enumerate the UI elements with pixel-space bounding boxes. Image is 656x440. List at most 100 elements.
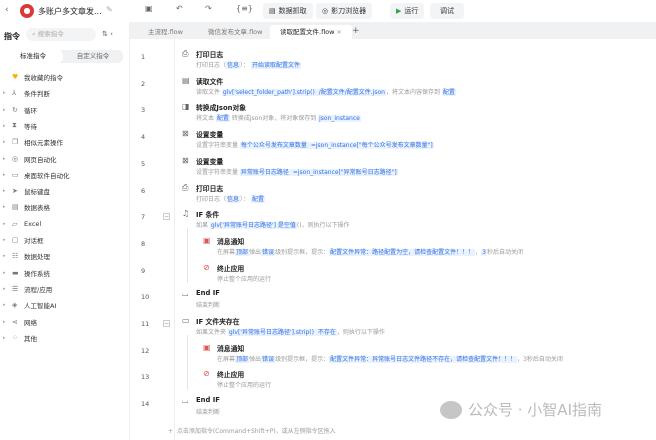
expand-caret-icon[interactable]: ▸ <box>3 123 12 129</box>
sidebar-item[interactable]: ▸ ❐ 相似元素操作 <box>3 135 63 149</box>
sidebar-item[interactable]: ▸ ⧗ 等待 <box>3 119 37 133</box>
desc-segment: ，则执行以下操作 <box>336 329 385 336</box>
if-block-line <box>187 335 188 390</box>
sidebar-item[interactable]: ▸ ▢ 对话框 <box>3 233 44 247</box>
tab-main-flow[interactable]: 主流程.flow <box>138 25 193 39</box>
sidebar-item[interactable]: ♥ 我收藏的指令 <box>3 70 63 84</box>
tab-wechat-flow[interactable]: 微信发布文章.flow <box>198 25 272 39</box>
step-title: 终止应用 <box>217 264 245 273</box>
hourglass-icon: ⧗ <box>12 121 17 130</box>
sidebar-item[interactable]: ▸ ☷ 数据处理 <box>3 249 50 263</box>
expand-caret-icon[interactable]: ▸ <box>3 172 12 178</box>
expand-caret-icon[interactable]: ▸ <box>3 156 12 162</box>
tab-read-config[interactable]: 读取配置文件.flow × <box>270 25 352 39</box>
expand-caret-icon[interactable]: ▸ <box>3 270 12 276</box>
expand-caret-icon[interactable]: ▸ <box>3 302 12 308</box>
sidebar-item[interactable]: ▸ ↻ 循环 <box>3 103 37 117</box>
expand-caret-icon[interactable]: ▸ <box>3 319 12 325</box>
step-description: 停止整个应用的运行 <box>217 274 271 283</box>
browser-icon: ◎ <box>322 7 329 15</box>
data-capture-button[interactable]: ▤ 数据抓取 <box>263 3 313 19</box>
sidebar-item-label: 鼠标键盘 <box>24 188 50 197</box>
back-icon[interactable]: ‹ <box>5 5 9 15</box>
expand-caret-icon[interactable]: ▸ <box>3 139 12 145</box>
step-title: 读取文件 <box>196 77 224 86</box>
line-number: 6 <box>141 186 146 195</box>
globe-icon: ◎ <box>12 154 19 163</box>
browser-button[interactable]: ◎ 影刀浏览器 <box>316 3 373 19</box>
desc-segment: ，3秒后自动关闭 <box>517 355 563 363</box>
desc-segment: glv['异常账号日志路径'].strip() <box>227 329 315 336</box>
desc-segment: ，将文本内容保存到 <box>385 88 442 96</box>
variable-icon: ⊠ <box>182 155 189 165</box>
sidebar-item-label: 条件判断 <box>24 90 50 99</box>
dialog-icon: ▢ <box>12 236 19 244</box>
sidebar-item[interactable]: ▸ ◈ 人工智能AI <box>3 298 56 312</box>
step-title: 打印日志 <box>196 184 224 193</box>
collapse-toggle[interactable]: − <box>163 213 170 221</box>
desc-segment: 停止整个应用的运行 <box>217 382 272 390</box>
step-description: 停止整个应用的运行 <box>217 380 271 389</box>
expand-caret-icon[interactable]: ▸ <box>3 253 12 259</box>
sidebar-item-label: 流程/应用 <box>24 285 53 294</box>
search-input[interactable]: ⌕ 搜索指令 <box>26 28 96 41</box>
collapse-toggle[interactable]: − <box>163 320 170 327</box>
step-description: 如果 glv['异常账号日志路径'] 是空值()，则执行以下操作 <box>196 220 350 230</box>
desc-segment: 在屏幕 <box>217 248 236 256</box>
line-number: 5 <box>141 159 146 168</box>
desc-segment: =json_instance["每个公众号发布文章数量"] <box>307 142 434 150</box>
debug-button[interactable]: 调试 <box>430 3 464 19</box>
desc-segment: json_instance <box>318 115 361 123</box>
expand-caret-icon[interactable]: ▸ <box>3 221 12 227</box>
expand-caret-icon[interactable]: ▸ <box>3 90 12 96</box>
desc-segment: 结束判断 <box>196 409 221 417</box>
sidebar-item[interactable]: ▸ ▬ 操作系统 <box>3 266 50 280</box>
add-tab-icon[interactable]: + <box>352 26 360 36</box>
step-description: 设置字符串变量 每个公众号发布文章数量 =json_instance["每个公众… <box>196 140 434 150</box>
sidebar-item[interactable]: ▸ ▤ 数据表格 <box>3 200 50 214</box>
run-button[interactable]: ▶ 运行 <box>390 3 425 19</box>
wechat-icon <box>440 400 462 419</box>
sidebar-item[interactable]: ▸ ➤ 鼠标键盘 <box>3 184 50 198</box>
sidebar-tabs: 标准指令 自定义指令 <box>3 50 123 63</box>
edit-icon[interactable]: ✎ <box>106 5 113 14</box>
expand-caret-icon[interactable]: ▸ <box>3 107 12 113</box>
desc-segment: 将文本 <box>196 115 216 123</box>
copy-icon: ❐ <box>12 138 19 147</box>
flow-icon: ☰ <box>12 284 19 293</box>
undo-icon[interactable]: ↶ <box>176 4 183 13</box>
expand-caret-icon[interactable]: ▸ <box>3 335 12 341</box>
loop-icon: ↻ <box>12 105 18 114</box>
desc-segment: 配置 <box>215 115 230 123</box>
add-step-hint[interactable]: + 点击添加指令(Command+Shift+P)，或从左侧指令区拖入 <box>168 426 336 435</box>
desc-segment: 级别提示框，提示： <box>275 355 330 363</box>
sort-collapse-icon[interactable]: ⇅ ‹ <box>102 30 113 38</box>
desc-segment: 错误 <box>261 248 276 256</box>
sidebar-item[interactable]: ▸ ☰ 流程/应用 <box>3 282 52 296</box>
file-tabs: 主流程.flow 微信发布文章.flow 读取配置文件.flow × + <box>130 22 656 39</box>
redo-icon[interactable]: ↷ <box>205 4 212 13</box>
sidebar-item[interactable]: ▸ ▱ Excel <box>3 217 41 231</box>
sidebar-item[interactable]: ▸ ▭ 桌面软件自动化 <box>3 168 70 182</box>
save-icon[interactable]: ▣ <box>145 4 153 13</box>
sidebar-item[interactable]: ▸ ◎ 网页自动化 <box>3 152 57 166</box>
if-block-line <box>187 228 188 283</box>
step-description: 结束判断 <box>196 300 220 309</box>
sidebar-item[interactable]: ▸ ⋖ 网络 <box>3 315 37 329</box>
tab-custom[interactable]: 自定义指令 <box>63 50 123 63</box>
desc-segment: 每个公众号发布文章数量 <box>239 142 308 150</box>
desc-segment: ()，则执行以下操作 <box>296 222 350 230</box>
desc-segment: 信息 <box>226 62 241 69</box>
expand-caret-icon[interactable]: ▸ <box>3 237 12 243</box>
close-icon[interactable]: × <box>337 28 342 36</box>
heart-icon: ♥ <box>12 73 19 81</box>
tab-standard[interactable]: 标准指令 <box>3 50 63 63</box>
expand-caret-icon[interactable]: ▸ <box>3 204 12 210</box>
step-description: 将文本 配置 转换成Json对象，将对象保存到 json_instance <box>196 113 361 123</box>
format-icon[interactable]: {≡} <box>236 4 253 13</box>
sidebar-item[interactable]: ▸ ⅄ 条件判断 <box>3 86 50 100</box>
desc-segment: 顶部 <box>235 355 250 363</box>
expand-caret-icon[interactable]: ▸ <box>3 286 12 292</box>
expand-caret-icon[interactable]: ▸ <box>3 188 12 194</box>
sidebar-item[interactable]: ▸ ⁘ 其他 <box>3 331 37 345</box>
